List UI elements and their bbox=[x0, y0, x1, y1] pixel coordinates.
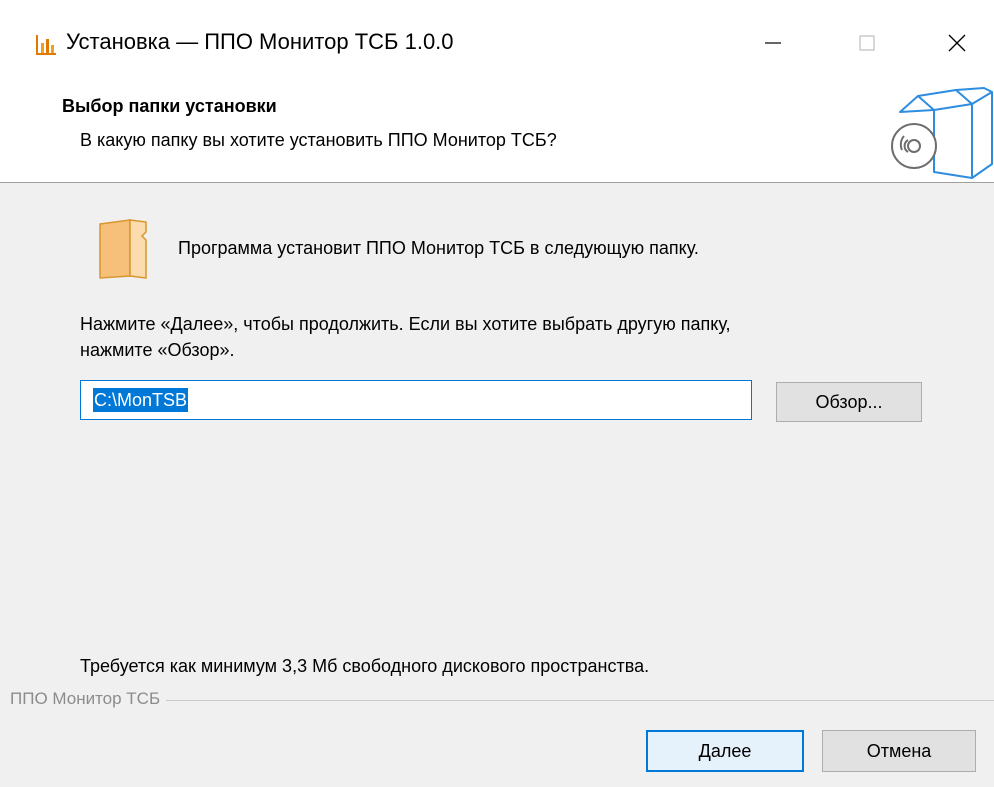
installer-box-disc-icon bbox=[891, 87, 993, 179]
group-label: ППО Монитор ТСБ bbox=[10, 689, 167, 709]
page-title: Выбор папки установки bbox=[62, 96, 277, 116]
close-icon bbox=[948, 34, 966, 52]
browse-button[interactable]: Обзор... bbox=[776, 382, 922, 422]
maximize-icon bbox=[859, 35, 875, 51]
next-button[interactable]: Далее bbox=[646, 730, 804, 772]
wizard-header: Выбор папки установки В какую папку вы х… bbox=[0, 86, 994, 183]
close-button[interactable] bbox=[922, 0, 992, 86]
minimize-icon bbox=[765, 42, 781, 44]
instruction-text-line2: нажмите «Обзор». bbox=[80, 340, 235, 360]
group-separator: ППО Монитор ТСБ bbox=[0, 689, 994, 711]
instruction-text-line1: Нажмите «Далее», чтобы продолжить. Если … bbox=[80, 314, 731, 334]
folder-icon bbox=[99, 219, 147, 279]
disk-space-text: Требуется как минимум 3,3 Мб свободного … bbox=[80, 656, 650, 676]
cancel-button[interactable]: Отмена bbox=[822, 730, 976, 772]
title-bar[interactable]: Установка — ППО Монитор ТСБ 1.0.0 bbox=[0, 0, 994, 86]
install-path-value: C:\MonTSB bbox=[93, 388, 189, 412]
installer-window: Установка — ППО Монитор ТСБ 1.0.0 Выбор … bbox=[0, 0, 994, 787]
install-path-input[interactable]: C:\MonTSB bbox=[80, 380, 752, 420]
maximize-button[interactable] bbox=[832, 0, 902, 86]
minimize-button[interactable] bbox=[738, 0, 808, 86]
page-subtitle: В какую папку вы хотите установить ППО М… bbox=[80, 130, 557, 150]
bar-chart-icon bbox=[36, 35, 56, 55]
install-location-text: Программа установит ППО Монитор ТСБ в сл… bbox=[178, 238, 699, 258]
window-title: Установка — ППО Монитор ТСБ 1.0.0 bbox=[66, 29, 454, 54]
